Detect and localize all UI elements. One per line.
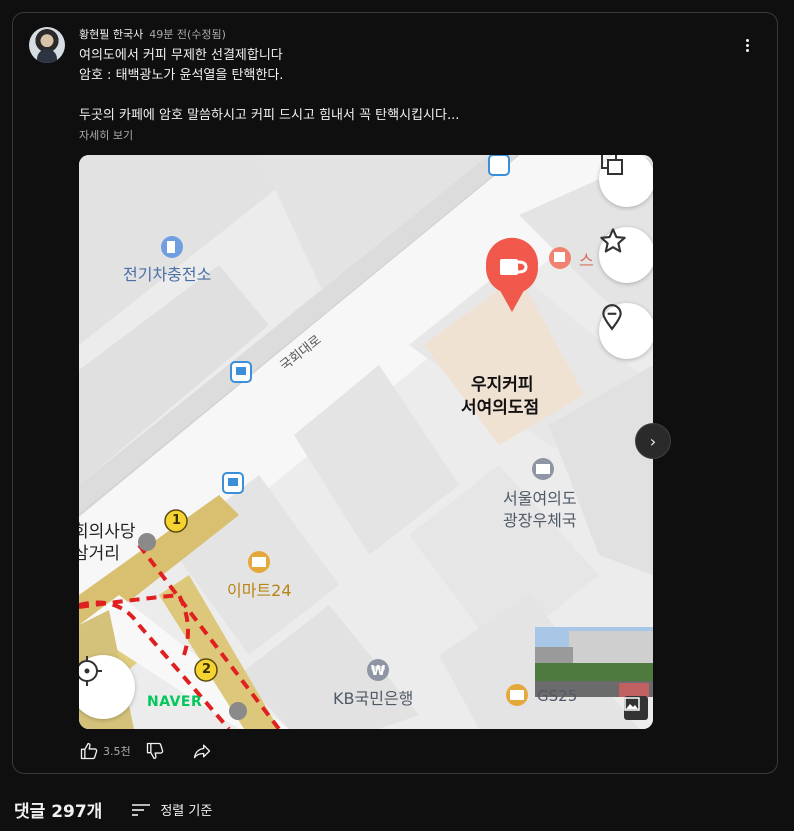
comments-header: 댓글 297개 정렬 기준	[14, 797, 212, 822]
naver-logo: NAVER	[147, 694, 203, 710]
author-name[interactable]: 황현필 한국사	[79, 28, 143, 41]
sort-label: 정렬 기준	[160, 804, 213, 819]
street-view-thumbnail[interactable]	[624, 696, 648, 720]
share-icon[interactable]	[191, 741, 213, 761]
favorite-button[interactable]	[599, 227, 653, 283]
post-time: 49분 전(수정됨)	[149, 28, 226, 41]
map-label-emart: 이마트24	[227, 581, 292, 600]
sort-icon	[132, 803, 151, 816]
location-pin-icon	[602, 304, 622, 331]
crosshair-icon	[79, 656, 102, 686]
post-actions: 3.5천	[79, 740, 213, 762]
map-label-post-office-1: 서울여의도	[503, 489, 577, 508]
copy-icon	[601, 155, 623, 175]
community-post-card: 황현필 한국사 49분 전(수정됨) 여의도에서 커피 무제한 선결제합니다암호 …	[12, 12, 778, 774]
map-label-cafe-branch[interactable]: 서여의도점	[461, 393, 539, 418]
map-label-partial: 스	[579, 251, 594, 270]
post-line-3: 두곳의 카페에 암호 말씀하시고 커피 드시고 힘내서 꼭 탄핵시킵시다...	[79, 108, 460, 123]
subway-exit-2-label: 2	[202, 662, 212, 677]
map-label-post-office-2: 광장우체국	[503, 511, 577, 530]
post-text: 여의도에서 커피 무제한 선결제합니다암호 : 태백광노가 윤석열을 탄핵한다.…	[79, 46, 459, 126]
like-count: 3.5천	[103, 745, 131, 758]
dislike-icon[interactable]	[145, 741, 165, 761]
avatar[interactable]	[29, 27, 65, 63]
star-icon	[600, 228, 626, 253]
subway-exit-1-label: 1	[172, 513, 182, 528]
sort-button[interactable]: 정렬 기준	[132, 800, 212, 819]
comments-count-title: 댓글 297개	[14, 802, 103, 822]
map-label-cafe-name[interactable]: 우지커피	[471, 370, 534, 395]
chevron-right-icon: ›	[649, 431, 657, 451]
map-label-ev-station: 전기차충전소	[123, 265, 212, 284]
image-icon	[624, 697, 640, 711]
like-icon[interactable]	[79, 741, 99, 761]
map-background: ₩	[79, 155, 653, 729]
post-line-2: 암호 : 태백광노가 윤석열을 탄핵한다.	[79, 68, 284, 83]
location-button[interactable]	[599, 303, 653, 359]
map-image[interactable]: ₩ 전기차충전소 국회대로 우지커피 서여의도점 서울여의도 광장우체국 이마트…	[79, 155, 653, 729]
map-label-crossroad-2: 삼거리	[79, 544, 120, 564]
svg-text:₩: ₩	[371, 664, 386, 679]
author-line: 황현필 한국사 49분 전(수정됨)	[79, 26, 226, 42]
more-options-button[interactable]	[737, 35, 757, 55]
post-line-1: 여의도에서 커피 무제한 선결제합니다	[79, 48, 283, 63]
read-more-link[interactable]: 자세히 보기	[79, 127, 133, 143]
next-image-button[interactable]: ›	[635, 423, 671, 459]
copy-button[interactable]	[599, 155, 653, 207]
map-label-bank: KB국민은행	[333, 689, 414, 708]
map-label-gs: GS25	[537, 687, 578, 705]
